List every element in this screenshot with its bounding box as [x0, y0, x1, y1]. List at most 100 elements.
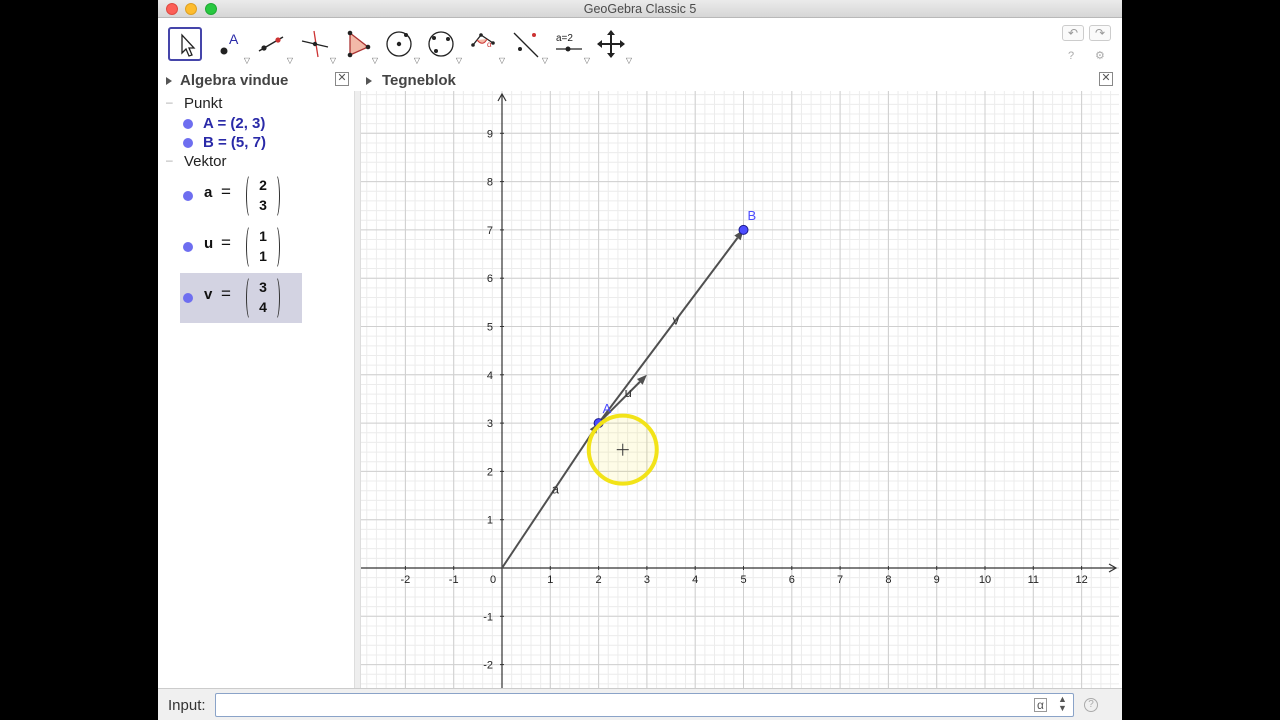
x-tick-label: 4 [692, 574, 698, 586]
vector-x-component: 2 [259, 177, 267, 193]
x-tick-label: 10 [979, 574, 991, 586]
polygon-tool-button[interactable]: ▽ [340, 27, 378, 65]
svg-text:α: α [487, 40, 492, 49]
title-bar: GeoGebra Classic 5 [158, 0, 1122, 18]
group-label-punkt: Punkt [184, 95, 223, 112]
polygon-icon [347, 30, 371, 58]
vector-name: v [204, 286, 213, 303]
alpha-keyboard-icon[interactable]: α [1034, 698, 1047, 712]
circle-icon [386, 31, 412, 57]
y-tick-label: 6 [487, 273, 493, 285]
x-tick-label: 0 [490, 574, 496, 586]
angle-tool-button[interactable]: α ▽ [467, 27, 505, 65]
slider-label: a=2 [556, 33, 573, 44]
help-icon[interactable]: ? [1068, 50, 1074, 62]
window-title: GeoGebra Classic 5 [583, 2, 697, 16]
point-label-B: B [748, 208, 757, 223]
point-b-definition[interactable]: B = (5, 7) [203, 134, 266, 151]
vector-label-a: a [552, 482, 560, 497]
redo-button[interactable]: ↷ [1089, 25, 1111, 41]
x-tick-label: 8 [885, 574, 891, 586]
equals-sign: = [221, 233, 231, 252]
close-algebra-view-button[interactable]: ✕ [335, 72, 349, 86]
collapse-group-icon[interactable]: – [166, 153, 173, 167]
vector-a-row[interactable]: a = 2 3 [180, 171, 302, 221]
x-tick-label: 6 [789, 574, 795, 586]
y-tick-label: 5 [487, 322, 493, 334]
point-B[interactable] [738, 224, 749, 235]
y-tick-label: 4 [487, 370, 493, 382]
y-tick-label: 1 [487, 515, 493, 527]
vector-v-row[interactable]: v = 3 4 [180, 273, 302, 323]
perpendicular-line-icon [301, 30, 329, 58]
point-a-definition[interactable]: A = (2, 3) [203, 115, 265, 132]
close-graphics-view-button[interactable]: ✕ [1099, 72, 1113, 86]
toolbar: A ▽ ▽ ▽ ▽ ▽ ▽ α ▽ ▽ a=2 ▽ ▽ ↶ ↷ ? ⚙ [158, 19, 1122, 71]
y-tick-label: 8 [487, 177, 493, 189]
x-tick-label: 5 [740, 574, 746, 586]
point-tool-button[interactable]: A ▽ [212, 27, 250, 65]
vector-name: a [204, 184, 213, 201]
geogebra-window: GeoGebra Classic 5 A ▽ ▽ ▽ ▽ ▽ ▽ α ▽ ▽ a… [158, 0, 1122, 720]
x-tick-label: -1 [449, 574, 459, 586]
collapse-triangle-icon[interactable] [366, 77, 372, 85]
move-graphics-view-tool-button[interactable]: ▽ [594, 27, 632, 65]
reflect-icon [513, 32, 539, 58]
y-tick-label: -1 [483, 611, 493, 623]
point-a-visibility-toggle[interactable] [183, 119, 193, 129]
x-tick-label: 11 [1028, 574, 1039, 586]
circle-tool-button[interactable]: ▽ [382, 27, 420, 65]
conic-tool-button[interactable]: ▽ [424, 27, 462, 65]
move-tool-button[interactable] [168, 27, 202, 61]
vector-y-component: 3 [259, 197, 267, 213]
y-tick-label: 2 [487, 466, 493, 478]
algebra-view: – Punkt A = (2, 3) B = (5, 7) – Vektor a… [158, 91, 354, 688]
slider-tool-button[interactable]: a=2 ▽ [552, 27, 590, 65]
graphics-view[interactable]: -2 -1 0 1 2 3 4 5 6 7 8 9 10 11 12 9 8 7 6 5 4 3 2 1 -1 -2 a u v A B [360, 91, 1119, 688]
perpendicular-line-tool-button[interactable]: ▽ [298, 27, 336, 65]
graphics-view-title: Tegneblok [382, 72, 456, 89]
y-tick-label: 9 [487, 128, 493, 140]
vector-v-visibility-toggle[interactable] [183, 293, 193, 303]
collapse-triangle-icon[interactable] [166, 77, 172, 85]
vector-matrix: 2 3 [246, 174, 280, 218]
x-tick-label: 1 [547, 574, 553, 586]
input-help-icon[interactable]: ? [1084, 698, 1098, 712]
vector-name: u [204, 235, 214, 252]
line-icon [258, 36, 284, 52]
reflect-tool-button[interactable]: ▽ [510, 27, 548, 65]
coordinate-plane[interactable]: -2 -1 0 1 2 3 4 5 6 7 8 9 10 11 12987654321-1-2auvAB [361, 91, 1119, 688]
point-icon: A [220, 31, 239, 55]
vector-matrix: 3 4 [246, 276, 280, 320]
input-label: Input: [168, 697, 206, 714]
graphics-view-header: Tegneblok ✕ [360, 71, 1122, 91]
y-tick-label: -2 [483, 660, 493, 672]
group-label-vektor: Vektor [184, 153, 227, 170]
point-label-A: A [603, 401, 612, 416]
y-tick-label: 3 [487, 418, 493, 430]
line-tool-button[interactable]: ▽ [255, 27, 293, 65]
history-stepper-icon[interactable]: ▲ ▼ [1058, 695, 1067, 713]
x-tick-label: 2 [596, 574, 602, 586]
equals-sign: = [221, 284, 231, 303]
svg-text:A: A [229, 31, 239, 47]
vector-v[interactable] [597, 237, 739, 424]
undo-button[interactable]: ↶ [1062, 25, 1084, 41]
vector-u-visibility-toggle[interactable] [183, 242, 193, 252]
arrow-cursor-icon [181, 33, 196, 57]
point-b-visibility-toggle[interactable] [183, 138, 193, 148]
vector-x-component: 1 [259, 228, 267, 244]
x-tick-label: -2 [401, 574, 411, 586]
y-tick-label: 7 [487, 225, 493, 237]
vector-a-visibility-toggle[interactable] [183, 191, 193, 201]
conic-icon [428, 31, 454, 57]
input-field[interactable] [215, 693, 1074, 717]
x-tick-label: 7 [837, 574, 843, 586]
vector-u-row[interactable]: u = 1 1 [180, 222, 302, 272]
slider-icon: a=2 [556, 33, 582, 52]
collapse-group-icon[interactable]: – [166, 95, 173, 109]
settings-icon[interactable]: ⚙ [1095, 49, 1105, 62]
input-bar: Input: α ▲ ▼ ? [158, 688, 1122, 720]
algebra-view-header: Algebra vindue ✕ [158, 71, 354, 91]
angle-icon: α [471, 33, 495, 49]
